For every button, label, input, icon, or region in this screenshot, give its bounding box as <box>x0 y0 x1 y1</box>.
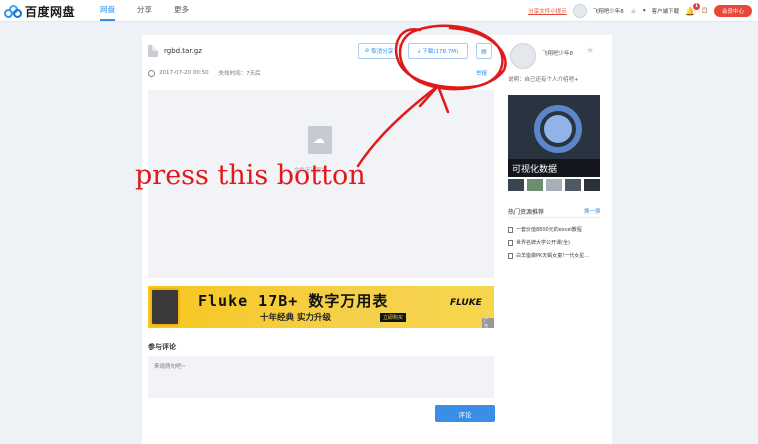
tab-more[interactable]: 更多 <box>174 4 189 21</box>
bell-icon[interactable]: 🔔 1 <box>685 2 701 16</box>
top-navbar: 百度网盘 网盘 分享 更多 分享文件小提示 飞翔吧少年8 ★ ▾ 客户端下载 🔔… <box>0 0 758 22</box>
chevron-down-icon[interactable]: ▾ <box>643 8 646 14</box>
file-meta: 2017-07-20 00:50 失效时间：7天后 <box>148 69 261 77</box>
avatar[interactable] <box>572 4 587 18</box>
download-button[interactable]: ⤓ 下载(178.7M) <box>408 43 468 59</box>
ad-title: Fluke 17B+ 数字万用表 <box>198 292 389 310</box>
main-nav: 网盘 分享 更多 <box>100 4 189 21</box>
document-icon <box>508 252 513 259</box>
sharer-username[interactable]: 飞翔吧少年8 <box>542 49 573 57</box>
share-date: 2017-07-20 00:50 <box>159 70 209 76</box>
mini-thumbnail[interactable] <box>527 179 543 191</box>
file-name: rgbd.tar.gz <box>164 47 202 55</box>
client-download-link[interactable]: 客户端下载 <box>652 7 680 15</box>
clock-icon <box>148 69 155 77</box>
document-icon <box>508 239 513 246</box>
vip-star-icon: ★ <box>629 6 637 16</box>
thumbnail-strip <box>508 179 600 191</box>
unshare-button[interactable]: ⊘ 取消分享 <box>358 43 400 59</box>
list-item[interactable]: 一套价值8800元的excel教程 <box>508 223 589 236</box>
save-to-disk-button[interactable]: ▤ <box>476 43 492 59</box>
multimeter-image <box>150 288 180 326</box>
notification-badge: 1 <box>693 2 701 10</box>
ad-banner[interactable]: Fluke 17B+ 数字万用表 十年经典 实力升级 立即购买 FLUKE 广告 <box>148 286 494 328</box>
sharer-avatar[interactable] <box>510 43 536 69</box>
cloud-file-icon <box>308 126 332 154</box>
refresh-link[interactable]: 换一换 <box>584 207 601 215</box>
sharer-sidebar: 飞翔吧少年8 ★ 说明：自己还有个人介绍吧+ 可视化数据 热门资源推荐 换一换 … <box>502 35 612 444</box>
file-panel: rgbd.tar.gz 2017-07-20 00:50 失效时间：7天后 ⊘ … <box>142 35 502 444</box>
promo-link[interactable]: 分享文件小提示 <box>528 7 567 15</box>
cancel-icon: ⊘ <box>364 48 370 54</box>
chart-core-graphic <box>544 115 572 143</box>
ad-tag: 广告 <box>482 318 494 328</box>
clipboard-icon[interactable]: 📋 <box>701 8 708 14</box>
comment-input[interactable] <box>148 356 494 398</box>
mini-thumbnail[interactable] <box>565 179 581 191</box>
comment-submit-button[interactable]: 评论 <box>435 405 495 422</box>
member-center-button[interactable]: 会员中心 <box>713 5 752 17</box>
download-icon: ⤓ <box>417 47 421 54</box>
tab-disk[interactable]: 网盘 <box>100 4 115 21</box>
list-item-label: 世界名牌大学公开课(全) <box>516 240 570 246</box>
divider <box>508 217 600 218</box>
file-icon <box>148 45 158 57</box>
tab-share[interactable]: 分享 <box>137 4 152 21</box>
list-item-label: 白羊座做PK天蝎女童!一代女星... <box>516 253 590 259</box>
list-item-label: 一套价值8800元的excel教程 <box>516 227 582 233</box>
hot-resources-list: 一套价值8800元的excel教程 世界名牌大学公开课(全) 白羊座做PK天蝎女… <box>508 223 589 262</box>
ad-subtitle: 十年经典 实力升级 <box>260 313 331 323</box>
brand-logo[interactable]: 百度网盘 <box>4 3 75 20</box>
star-icon: ★ <box>586 46 595 56</box>
comment-section-title: 参与评论 <box>148 343 176 351</box>
report-link[interactable]: 举报 <box>476 69 487 77</box>
annotation-text: press this botton <box>135 160 366 191</box>
file-header: rgbd.tar.gz <box>148 45 202 57</box>
list-item[interactable]: 世界名牌大学公开课(全) <box>508 236 589 249</box>
hot-resources-title: 热门资源推荐 <box>508 209 545 216</box>
sharer-bio: 说明：自己还有个人介绍吧+ <box>508 77 579 83</box>
document-icon <box>508 226 513 233</box>
expiry-text: 失效时间：7天后 <box>218 71 261 77</box>
download-label: 下载(178.7M) <box>422 49 459 55</box>
save-icon: ▤ <box>481 47 487 55</box>
mini-thumbnail[interactable] <box>584 179 600 191</box>
thumbnail-caption: 可视化数据 <box>508 159 600 177</box>
top-username[interactable]: 飞翔吧少年8 <box>593 7 624 15</box>
ad-cta[interactable]: 立即购买 <box>380 313 407 322</box>
mini-thumbnail[interactable] <box>508 179 524 191</box>
topbar-right: 分享文件小提示 飞翔吧少年8 ★ ▾ 客户端下载 🔔 1 📋 会员中心 <box>528 2 752 18</box>
ad-brand: FLUKE <box>450 298 482 308</box>
brand-name: 百度网盘 <box>25 5 76 19</box>
unshare-label: 取消分享 <box>371 49 394 55</box>
cloud-logo-icon <box>4 4 22 19</box>
mini-thumbnail[interactable] <box>546 179 562 191</box>
list-item[interactable]: 白羊座做PK天蝎女童!一代女星... <box>508 249 589 262</box>
featured-thumbnail[interactable]: 可视化数据 <box>508 95 600 177</box>
